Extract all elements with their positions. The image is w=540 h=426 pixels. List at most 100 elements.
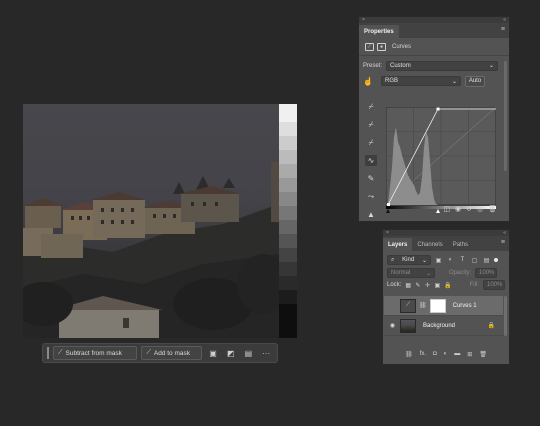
toolbar-grip-handle[interactable]: [47, 347, 49, 359]
filter-pixel-icon[interactable]: ▣: [434, 256, 443, 265]
blend-row: Normal ⌄ Opacity: 100%: [383, 267, 509, 279]
fill-label: Fill:: [469, 282, 479, 288]
layer-filter-row: ⌕ Kind ⌄ ▣ ◐ T ▢ ▤: [383, 253, 509, 267]
filter-shape-icon[interactable]: ▢: [470, 256, 479, 265]
blend-mode-value: Normal: [391, 270, 411, 276]
fill-field[interactable]: 100%: [482, 280, 505, 290]
lock-image-icon[interactable]: ✎: [415, 281, 421, 290]
curves-tools: ⌿ ⌿ ⌿ ∿ ✎ ⤳ ▲: [365, 101, 377, 220]
link-layers-icon[interactable]: ⛓: [405, 351, 413, 361]
kind-label: Kind: [402, 257, 415, 263]
layer-list: ⟋ ⛓ Curves 1 ◉ Background 🔒: [384, 296, 503, 336]
subtract-from-mask-label: Subtract from mask: [65, 349, 122, 357]
gray-point-eyedropper-icon[interactable]: ⌿: [365, 119, 377, 130]
photo-hillside-houses: [23, 162, 279, 338]
visibility-eye-icon[interactable]: ◎: [477, 205, 483, 217]
search-icon: ⌕: [391, 256, 395, 263]
properties-footer: ◫ ◉ ↺ ◎ 🗑: [359, 205, 509, 217]
preset-value: Custom: [390, 62, 411, 69]
tab-layers[interactable]: Layers: [383, 238, 413, 251]
document-canvas[interactable]: [23, 104, 297, 338]
opacity-label: Opacity:: [449, 270, 472, 276]
target-adjustment-icon[interactable]: ☝: [363, 77, 377, 86]
background-layer-thumbnail[interactable]: [400, 318, 416, 333]
layer-name[interactable]: Background: [423, 323, 455, 329]
chevron-down-icon: ⌄: [421, 257, 427, 264]
new-group-folder-icon[interactable]: ▬: [454, 351, 460, 361]
tab-properties[interactable]: Properties: [359, 25, 399, 38]
lock-position-icon[interactable]: ✛: [425, 281, 431, 290]
link-chain-icon[interactable]: ⛓: [419, 302, 427, 309]
layers-scrollbar[interactable]: [504, 296, 507, 336]
grayscale-strip: [279, 104, 297, 338]
layer-name[interactable]: Curves 1: [453, 303, 477, 309]
view-previous-state-icon[interactable]: ◉: [455, 205, 461, 217]
contextual-mask-toolbar: ⟋ Subtract from mask ⟋ Add to mask ▣ ◩ ▤…: [42, 343, 278, 363]
opacity-field[interactable]: 100%: [475, 268, 498, 278]
curves-adjustment-thumbnail[interactable]: ⟋: [400, 298, 416, 313]
lock-row: Lock: ▦ ✎ ✛ ▣ 🔒 Fill: 100%: [383, 279, 509, 291]
chevron-down-icon: ⌄: [488, 63, 495, 69]
tab-channels[interactable]: Channels: [412, 238, 447, 251]
lock-label: Lock:: [387, 282, 402, 288]
layer-row-curves[interactable]: ⟋ ⛓ Curves 1: [384, 296, 503, 316]
black-point-eyedropper-icon[interactable]: ⌿: [365, 101, 377, 112]
layers-panel: × « Layers Channels Paths ≡ ⌕ Kind ⌄ ▣ ◐…: [382, 229, 510, 365]
filter-kind-dropdown[interactable]: ⌕ Kind ⌄: [387, 255, 431, 265]
brush-minus-icon: ⟋: [57, 349, 63, 356]
tab-paths[interactable]: Paths: [448, 238, 473, 251]
invert-mask-icon[interactable]: ◩: [224, 347, 238, 359]
filter-smart-object-icon[interactable]: ▤: [482, 256, 491, 265]
filter-adjustment-icon[interactable]: ◐: [446, 256, 455, 265]
preset-label: Preset:: [363, 62, 383, 69]
layer-row-background[interactable]: ◉ Background 🔒: [384, 316, 503, 336]
layers-footer: ⛓ fx. ◘ ◐ ▬ ⊞ 🗑: [383, 351, 509, 361]
mask-options-icon[interactable]: ▣: [206, 347, 220, 359]
channel-row: ☝ RGB ⌄ Auto: [359, 74, 509, 88]
edit-points-curve-icon[interactable]: ∿: [365, 155, 377, 166]
filter-toggle-icon[interactable]: [494, 258, 498, 262]
new-layer-icon[interactable]: ⊞: [467, 351, 472, 361]
adjustment-header: ⟋ ● Curves: [359, 38, 509, 56]
add-layer-style-button[interactable]: fx.: [420, 351, 426, 361]
auto-button[interactable]: Auto: [465, 75, 485, 87]
chevron-down-icon: ⌄: [425, 270, 431, 277]
draw-curve-pencil-icon[interactable]: ✎: [365, 173, 377, 184]
lock-artboard-icon[interactable]: ▣: [434, 281, 440, 290]
subtract-from-mask-button[interactable]: ⟋ Subtract from mask: [52, 346, 138, 360]
layer-mask-thumbnail[interactable]: [429, 298, 446, 313]
smooth-curve-icon[interactable]: ⤳: [365, 191, 377, 202]
curves-adjustment-icon[interactable]: ⟋: [365, 42, 374, 51]
preset-row: Preset: Custom ⌄: [359, 59, 509, 72]
clip-to-layer-icon[interactable]: ◫: [443, 205, 450, 217]
filter-type-icon[interactable]: T: [458, 256, 467, 265]
panel-menu-icon[interactable]: ≡: [501, 239, 505, 246]
lock-transparent-icon[interactable]: ▦: [405, 281, 411, 290]
add-mask-icon[interactable]: ◘: [433, 351, 437, 361]
channel-dropdown[interactable]: RGB ⌄: [381, 76, 461, 86]
properties-scrollbar[interactable]: [504, 61, 507, 171]
layer-mask-icon[interactable]: ●: [377, 42, 386, 51]
visibility-eye-icon[interactable]: ◉: [388, 322, 397, 329]
channel-value: RGB: [385, 78, 399, 84]
layers-tab-row: Layers Channels Paths ≡: [383, 236, 509, 251]
new-adjustment-layer-icon[interactable]: ◐: [444, 351, 448, 361]
white-point-eyedropper-icon[interactable]: ⌿: [365, 137, 377, 148]
opacity-value: 100%: [479, 270, 495, 276]
panel-menu-icon[interactable]: ≡: [501, 26, 505, 33]
trash-icon[interactable]: 🗑: [488, 205, 497, 217]
trash-icon[interactable]: 🗑: [479, 351, 487, 361]
lock-icon: 🔒: [487, 323, 495, 329]
curves-graph[interactable]: [386, 107, 496, 213]
reset-adjustment-icon[interactable]: ↺: [466, 205, 472, 217]
brush-plus-icon: ⟋: [146, 349, 151, 356]
more-options-button[interactable]: ···: [259, 347, 273, 359]
blend-mode-dropdown[interactable]: Normal ⌄: [387, 268, 435, 278]
adjustment-name: Curves: [392, 43, 412, 50]
add-to-mask-label: Add to mask: [153, 349, 191, 357]
lock-all-icon[interactable]: 🔒: [444, 281, 451, 290]
feather-mask-icon[interactable]: ▤: [242, 347, 256, 359]
properties-tab-row: Properties ≡: [359, 23, 509, 38]
preset-dropdown[interactable]: Custom ⌄: [386, 60, 499, 71]
add-to-mask-button[interactable]: ⟋ Add to mask: [141, 346, 203, 360]
